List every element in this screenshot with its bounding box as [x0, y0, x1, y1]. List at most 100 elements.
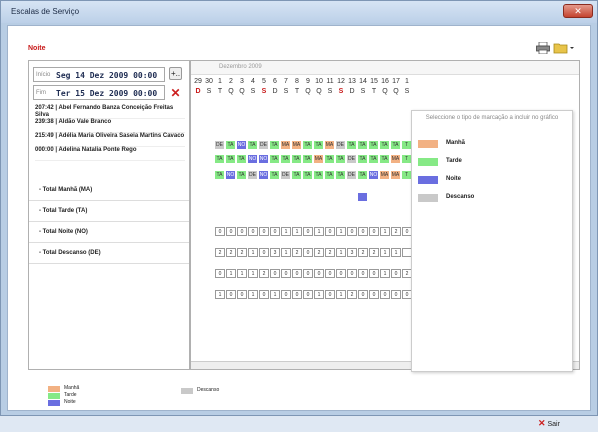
total-cell: 0 [215, 227, 225, 236]
shift-cell[interactable]: DE [259, 141, 269, 149]
shift-cell[interactable]: TA [369, 155, 379, 163]
shift-cell[interactable]: TA [226, 141, 236, 149]
shift-cell[interactable]: TA [336, 155, 346, 163]
shift-cell[interactable]: TA [292, 155, 302, 163]
shift-cell[interactable]: TA [358, 155, 368, 163]
shift-cell[interactable]: TA [270, 155, 280, 163]
shift-cell[interactable]: MA [391, 155, 401, 163]
option-tarde[interactable]: Tarde [418, 157, 566, 167]
shift-cell[interactable]: MA [325, 141, 335, 149]
end-date-field[interactable]: Fim Ter 15 Dez 2009 00:00 [33, 85, 165, 100]
total-cell: 1 [248, 248, 258, 257]
shift-cell[interactable]: TA [248, 141, 258, 149]
shift-cell[interactable]: DE [215, 141, 225, 149]
shift-cell[interactable]: TA [237, 155, 247, 163]
weekday-letter: D [349, 88, 355, 95]
print-icon[interactable] [536, 42, 550, 54]
shift-cell[interactable]: TA [325, 155, 335, 163]
day-number: 7 [284, 78, 288, 85]
title-bar: Escalas de Serviço ✕ [1, 1, 597, 23]
shift-cell[interactable]: TA [380, 155, 390, 163]
close-button[interactable]: ✕ [563, 4, 593, 18]
total-cell: 0 [369, 290, 379, 299]
shift-cell[interactable]: DE [336, 141, 346, 149]
total-cell: 1 [281, 227, 291, 236]
shift-cell[interactable]: TA [303, 155, 313, 163]
start-date-label: Início [36, 72, 51, 78]
weekday-letter: S [360, 88, 366, 95]
shift-cell[interactable]: NO [226, 171, 236, 179]
shift-cell[interactable]: TA [347, 141, 357, 149]
shift-cell[interactable]: TA [215, 171, 225, 179]
shift-cell[interactable]: TA [358, 141, 368, 149]
clear-icon[interactable]: ✕ [169, 87, 182, 100]
total-cell: 0 [270, 227, 280, 236]
shift-cell[interactable]: TA [336, 171, 346, 179]
total-cell: 0 [358, 227, 368, 236]
shift-cell[interactable]: TA [237, 171, 247, 179]
employee-name[interactable]: 239:38 | Aldão Vale Branco [35, 119, 185, 133]
shift-cell[interactable]: MA [380, 171, 390, 179]
start-date-value[interactable]: Seg 14 Dez 2009 00:00 [56, 71, 157, 80]
employee-name[interactable]: 000:00 | Adelina Natalia Ponte Rego [35, 147, 185, 161]
shift-cell[interactable]: NO [369, 171, 379, 179]
shift-cell[interactable]: MA [314, 155, 324, 163]
shift-cell[interactable]: TA [358, 171, 368, 179]
shift-cell[interactable]: TA [303, 171, 313, 179]
shift-cell[interactable]: TA [226, 155, 236, 163]
shift-cell[interactable]: TA [281, 155, 291, 163]
month-label: Dezembro 2009 [219, 64, 262, 70]
shift-cell[interactable]: MA [391, 171, 401, 179]
day-number: 30 [205, 78, 213, 85]
total-cell: 0 [281, 269, 291, 278]
legend-swatch [48, 386, 60, 392]
shift-cell[interactable]: TA [314, 141, 324, 149]
total-cell: 2 [347, 290, 357, 299]
legend-label: Descanso [197, 387, 220, 393]
option-noite[interactable]: Noite [418, 175, 566, 185]
total-cell: 2 [369, 248, 379, 257]
shift-cell[interactable]: NO [237, 141, 247, 149]
total-cell: 0 [314, 269, 324, 278]
total-cell: 0 [237, 290, 247, 299]
total-cell: 1 [281, 248, 291, 257]
shift-cell[interactable]: MA [281, 141, 291, 149]
shift-cell[interactable]: DE [248, 171, 258, 179]
day-number: 10 [315, 78, 323, 85]
day-number: 5 [262, 78, 266, 85]
end-date-value[interactable]: Ter 15 Dez 2009 00:00 [56, 89, 157, 98]
shift-cell[interactable]: TA [215, 155, 225, 163]
shift-cell[interactable]: DE [347, 171, 357, 179]
folder-icon[interactable] [553, 42, 575, 54]
option-manha[interactable]: Manhã [418, 139, 566, 149]
shift-cell[interactable]: TA [369, 141, 379, 149]
day-number: 1 [218, 78, 222, 85]
shift-cell[interactable]: TA [303, 141, 313, 149]
start-date-field[interactable]: Início Seg 14 Dez 2009 00:00 [33, 67, 165, 82]
shift-cell[interactable]: TA [314, 171, 324, 179]
month-bar: Dezembro 2009 [191, 61, 579, 75]
shift-cell[interactable]: MA [292, 141, 302, 149]
shift-cell[interactable]: NO [248, 155, 258, 163]
total-cell: 0 [369, 269, 379, 278]
shift-cell[interactable]: NO [259, 171, 269, 179]
exit-button[interactable]: ✕ Sair [538, 418, 574, 432]
shift-cell[interactable]: DE [281, 171, 291, 179]
shift-cell[interactable] [358, 193, 368, 201]
shift-cell[interactable]: TA [270, 171, 280, 179]
shift-cell[interactable]: DE [347, 155, 357, 163]
total-cell: 1 [314, 290, 324, 299]
shift-cell[interactable]: TA [292, 171, 302, 179]
employee-name[interactable]: 207:42 | Abel Fernando Banza Conceição F… [35, 105, 185, 119]
total-cell: 0 [303, 248, 313, 257]
add-button[interactable]: +.. [169, 67, 182, 80]
shift-cell[interactable]: NO [259, 155, 269, 163]
total-cell: 1 [336, 290, 346, 299]
shift-cell[interactable]: TA [325, 171, 335, 179]
shift-cell[interactable]: TA [380, 141, 390, 149]
employee-name[interactable]: 215:49 | Adélia Maria Oliveira Saseia Ma… [35, 133, 185, 147]
option-descanso[interactable]: Descanso [418, 193, 566, 203]
shift-cell[interactable]: TA [270, 141, 280, 149]
total-cell: 0 [325, 269, 335, 278]
shift-cell[interactable]: TA [391, 141, 401, 149]
